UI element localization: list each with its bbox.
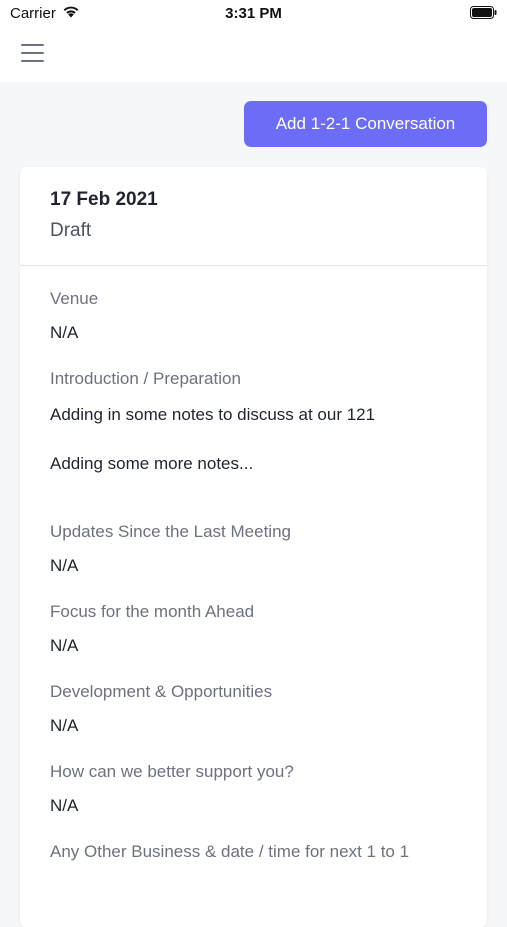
add-conversation-button[interactable]: Add 1-2-1 Conversation [244, 101, 487, 147]
conversation-status: Draft [50, 220, 92, 241]
field-value: N/A [50, 796, 79, 815]
field-label: Development & Opportunities [50, 682, 273, 701]
card-header: 17 Feb 2021 Draft [20, 167, 487, 266]
field-focus: Focus for the month Ahead N/A [50, 601, 457, 657]
field-updates: Updates Since the Last Meeting N/A [50, 521, 457, 577]
field-label: Any Other Business & date / time for nex… [50, 842, 410, 861]
field-value: N/A [50, 556, 79, 575]
conversation-date: 17 Feb 2021 [50, 189, 158, 210]
battery-icon [470, 6, 497, 19]
nav-bar [0, 28, 507, 82]
field-label: How can we better support you? [50, 762, 294, 781]
hamburger-menu-icon[interactable] [21, 42, 45, 64]
field-introduction: Introduction / Preparation Adding in som… [50, 368, 457, 488]
field-support: How can we better support you? N/A [50, 761, 457, 817]
field-value: N/A [50, 716, 79, 735]
field-development: Development & Opportunities N/A [50, 681, 457, 737]
field-label: Focus for the month Ahead [50, 602, 255, 621]
status-bar: Carrier 3:31 PM [0, 0, 507, 28]
field-venue: Venue N/A [50, 288, 457, 344]
clock-time: 3:31 PM [225, 5, 282, 22]
field-label: Venue [50, 289, 99, 308]
field-value: N/A [50, 636, 79, 655]
conversation-fields: Venue N/A Introduction / Preparation Add… [20, 266, 487, 863]
field-other-business: Any Other Business & date / time for nex… [50, 841, 457, 863]
conversation-card[interactable]: 17 Feb 2021 Draft Venue N/A Introduction… [20, 167, 487, 927]
field-value: N/A [50, 323, 79, 342]
field-value: Adding in some notes to discuss at our 1… [50, 405, 376, 473]
field-label: Updates Since the Last Meeting [50, 522, 291, 541]
field-label: Introduction / Preparation [50, 369, 241, 388]
